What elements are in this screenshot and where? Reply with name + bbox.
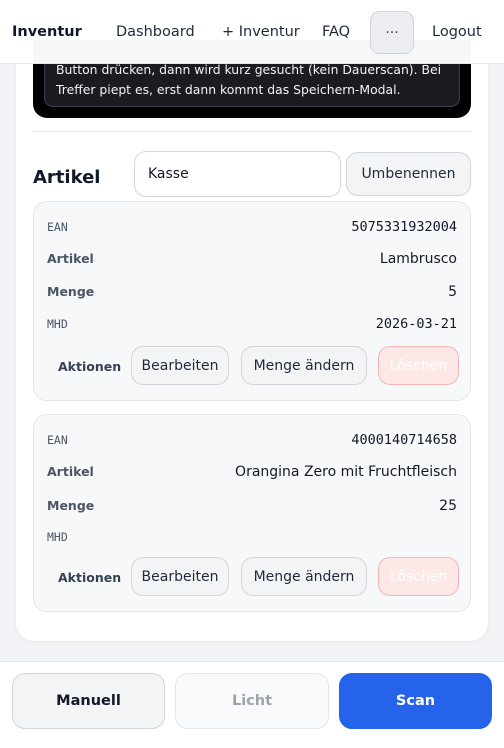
- top-navbar: Inventur Dashboard + Inventur FAQ ··· Lo…: [0, 0, 504, 64]
- article-item: EAN 5075331932004 Artikel Lambrusco Meng…: [33, 201, 471, 401]
- nav-faq[interactable]: FAQ: [322, 24, 350, 40]
- menge-value: 25: [439, 498, 457, 514]
- manual-entry-button[interactable]: Manuell: [12, 673, 165, 729]
- actions-label: Aktionen: [58, 570, 122, 585]
- menge-value: 5: [448, 284, 457, 300]
- mhd-label: MHD: [47, 317, 68, 331]
- scan-button[interactable]: Scan: [339, 673, 492, 729]
- article-item: EAN 4000140714658 Artikel Orangina Zero …: [33, 414, 471, 612]
- change-quantity-button[interactable]: Menge ändern: [241, 346, 367, 385]
- menge-label: Menge: [47, 498, 95, 513]
- scanner-hint-line-2: Treffer piept es, erst dann kommt das Sp…: [56, 82, 401, 97]
- artikel-label: Artikel: [47, 464, 94, 479]
- artikel-label: Artikel: [47, 251, 94, 266]
- artikel-value: Orangina Zero mit Fruchtfleisch: [235, 464, 457, 480]
- more-icon: ···: [385, 24, 399, 41]
- ean-label: EAN: [47, 433, 68, 447]
- change-quantity-button[interactable]: Menge ändern: [241, 557, 367, 596]
- edit-button[interactable]: Bearbeiten: [131, 557, 229, 596]
- ean-value: 4000140714658: [351, 432, 457, 448]
- menge-label: Menge: [47, 284, 95, 299]
- light-toggle-button[interactable]: Licht: [175, 673, 329, 729]
- divider: [33, 131, 471, 132]
- more-menu-button[interactable]: ···: [370, 11, 414, 54]
- delete-button[interactable]: Löschen: [378, 346, 459, 385]
- rename-button[interactable]: Umbenennen: [346, 152, 471, 196]
- bottom-action-bar: Manuell Licht Scan: [0, 661, 504, 748]
- logout-link[interactable]: Logout: [432, 24, 482, 40]
- delete-button[interactable]: Löschen: [378, 557, 459, 596]
- scanner-hint: Button drücken, dann wird kurz gesucht (…: [56, 60, 452, 100]
- ean-label: EAN: [47, 220, 68, 234]
- mhd-value: 2026-03-21: [375, 316, 457, 332]
- nav-new-inventory[interactable]: + Inventur: [222, 24, 300, 40]
- page: Button drücken, dann wird kurz gesucht (…: [0, 0, 504, 748]
- nav-dashboard[interactable]: Dashboard: [116, 24, 195, 40]
- ean-value: 5075331932004: [351, 219, 457, 235]
- articles-title: Artikel: [33, 167, 101, 188]
- brand-logo[interactable]: Inventur: [12, 24, 82, 40]
- artikel-value: Lambrusco: [379, 251, 457, 267]
- location-name-input[interactable]: [134, 151, 341, 197]
- mhd-label: MHD: [47, 530, 68, 544]
- actions-label: Aktionen: [58, 359, 122, 374]
- edit-button[interactable]: Bearbeiten: [131, 346, 229, 385]
